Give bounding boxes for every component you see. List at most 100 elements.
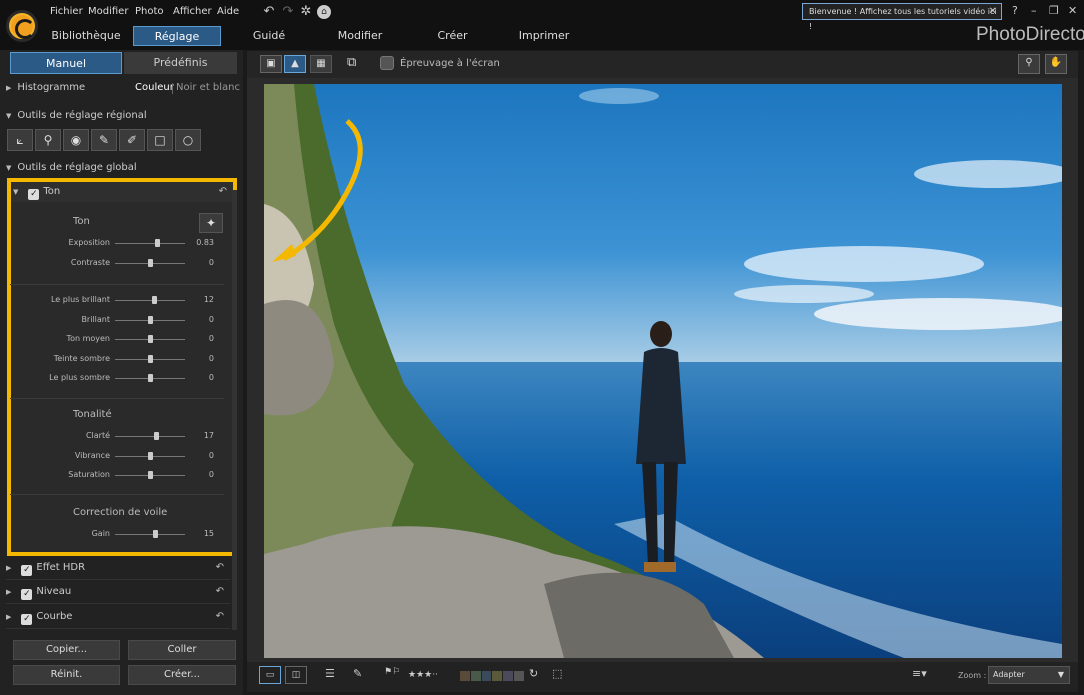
radial-filter-icon[interactable]: ○	[175, 129, 201, 151]
zoom-select[interactable]: Adapter ▼	[988, 666, 1070, 684]
help-icon[interactable]: ?	[1012, 4, 1018, 17]
slider-value[interactable]: 17	[188, 431, 214, 440]
settings-icon[interactable]: ✲	[299, 5, 313, 19]
global-tools-header[interactable]: ▼ Outils de réglage global	[6, 158, 242, 178]
account-icon[interactable]: ⌂	[317, 5, 331, 19]
expand-icon[interactable]: ▶	[6, 613, 11, 621]
tab-presets[interactable]: Prédéfinis	[124, 52, 237, 74]
crop-tool-icon[interactable]: ⟀	[7, 129, 33, 151]
restore-icon[interactable]: ❐	[1049, 4, 1059, 17]
auto-tone-wand-icon[interactable]: ✦	[199, 213, 223, 233]
slider-thumb[interactable]	[152, 530, 158, 538]
nav-modifier[interactable]: Modifier	[325, 26, 395, 46]
slider-track[interactable]	[115, 296, 185, 304]
slider-track[interactable]	[115, 315, 185, 324]
slider-thumb[interactable]	[148, 471, 153, 479]
collapse-icon[interactable]: ▼	[6, 164, 11, 172]
red-eye-icon[interactable]: ◉	[63, 129, 89, 151]
collapse-icon[interactable]: ▼	[13, 188, 18, 196]
histogram-color-toggle[interactable]: Couleur	[135, 82, 174, 93]
tab-manual[interactable]: Manuel	[10, 52, 122, 74]
compare-icon[interactable]: ⧉	[347, 55, 356, 70]
nav-creer[interactable]: Créer	[420, 26, 485, 46]
tone-group-header[interactable]: ▼ ✓ Ton ↶	[11, 182, 233, 202]
slider-value[interactable]: 0	[188, 470, 214, 479]
nav-imprimer[interactable]: Imprimer	[508, 26, 580, 46]
tone-checkbox[interactable]: ✓	[28, 189, 40, 200]
hand-tool-icon[interactable]: ✋	[1045, 54, 1067, 74]
slider-thumb[interactable]	[148, 354, 153, 363]
expand-icon[interactable]: ▶	[6, 588, 11, 596]
courbe-checkbox[interactable]: ✓	[21, 614, 33, 625]
slider-value[interactable]: 0	[188, 451, 214, 460]
nav-guide[interactable]: Guidé	[235, 26, 303, 46]
expand-icon[interactable]: ▶	[6, 564, 11, 572]
pen-icon[interactable]: ✎	[353, 667, 362, 680]
slider-value[interactable]: 15	[188, 529, 214, 538]
slider-value[interactable]: 0	[188, 258, 214, 267]
slider-value[interactable]: 0	[188, 354, 214, 363]
slider-thumb[interactable]	[153, 432, 159, 440]
slider-track[interactable]	[115, 432, 185, 440]
panel-scrollbar[interactable]	[232, 190, 237, 630]
niveau-checkbox[interactable]: ✓	[21, 589, 33, 600]
reset-icon[interactable]: ↶	[216, 580, 224, 604]
crop-icon[interactable]: ⬚	[552, 667, 562, 680]
slider-thumb[interactable]	[148, 315, 153, 324]
slider-track[interactable]	[115, 451, 185, 460]
copy-button[interactable]: Copier...	[13, 640, 120, 660]
slider-track[interactable]	[115, 258, 185, 267]
slider-track[interactable]	[115, 471, 185, 479]
slider-value[interactable]: 0.83	[188, 238, 214, 247]
graduated-filter-icon[interactable]: □	[147, 129, 173, 151]
reset-icon[interactable]: ↶	[219, 182, 227, 202]
close-icon[interactable]: ✕	[989, 4, 997, 19]
slider-track[interactable]	[115, 374, 185, 382]
slider-track[interactable]	[115, 239, 185, 247]
slider-thumb[interactable]	[148, 451, 153, 460]
single-view-icon[interactable]: ▲	[284, 55, 306, 73]
single-photo-icon[interactable]: ▭	[259, 666, 281, 684]
slider-value[interactable]: 0	[188, 315, 214, 324]
menu-fichier[interactable]: Fichier	[50, 6, 83, 17]
menu-afficher[interactable]: Afficher	[173, 6, 212, 17]
slider-thumb[interactable]	[155, 239, 160, 247]
histogram-bw-toggle[interactable]: Noir et blanc	[176, 82, 240, 93]
rotate-icon[interactable]: ↻	[529, 667, 538, 680]
slider-thumb[interactable]	[148, 258, 153, 267]
tutorial-tip[interactable]: Bienvenue ! Affichez tous les tutoriels …	[802, 3, 1002, 31]
zoom-tool-icon[interactable]: ⚲	[1018, 54, 1040, 74]
window-close-icon[interactable]: ✕	[1068, 4, 1077, 17]
color-labels[interactable]	[460, 671, 524, 681]
panel-menu-icon[interactable]: ≡▾	[912, 667, 927, 680]
reset-button[interactable]: Réinit.	[13, 665, 120, 685]
menu-photo[interactable]: Photo	[135, 6, 164, 17]
slider-track[interactable]	[115, 335, 185, 343]
slider-thumb[interactable]	[148, 335, 153, 343]
collapse-icon[interactable]: ▼	[6, 112, 11, 120]
reset-icon[interactable]: ↶	[216, 605, 224, 629]
slider-value[interactable]: 0	[188, 373, 214, 382]
brush-icon[interactable]: ✎	[91, 129, 117, 151]
reset-icon[interactable]: ↶	[216, 556, 224, 580]
menu-modifier[interactable]: Modifier	[88, 6, 128, 17]
side-by-side-icon[interactable]: ◫	[285, 666, 307, 684]
grid-view-icon[interactable]: ▦	[310, 55, 332, 73]
before-after-icon[interactable]: ▣	[260, 55, 282, 73]
group-courbe[interactable]: ▶ ✓ Courbe ↶	[6, 605, 230, 629]
slider-track[interactable]	[115, 354, 185, 363]
create-button[interactable]: Créer...	[128, 665, 236, 685]
rating-stars-icon[interactable]: ★★★··	[408, 670, 438, 680]
slider-thumb[interactable]	[148, 374, 153, 382]
softproof-checkbox[interactable]	[380, 56, 394, 70]
expand-icon[interactable]: ▶	[6, 84, 11, 92]
group-hdr[interactable]: ▶ ✓ Effet HDR ↶	[6, 556, 230, 580]
nav-reglage[interactable]: Réglage	[133, 26, 221, 46]
hdr-checkbox[interactable]: ✓	[21, 565, 33, 576]
slider-track[interactable]	[115, 530, 185, 538]
regional-tools-header[interactable]: ▼ Outils de réglage régional	[6, 106, 242, 126]
slider-thumb[interactable]	[152, 296, 158, 304]
minimize-icon[interactable]: –	[1031, 4, 1037, 17]
paste-button[interactable]: Coller	[128, 640, 236, 660]
flag-icon[interactable]: ⚑⚐	[384, 667, 400, 677]
